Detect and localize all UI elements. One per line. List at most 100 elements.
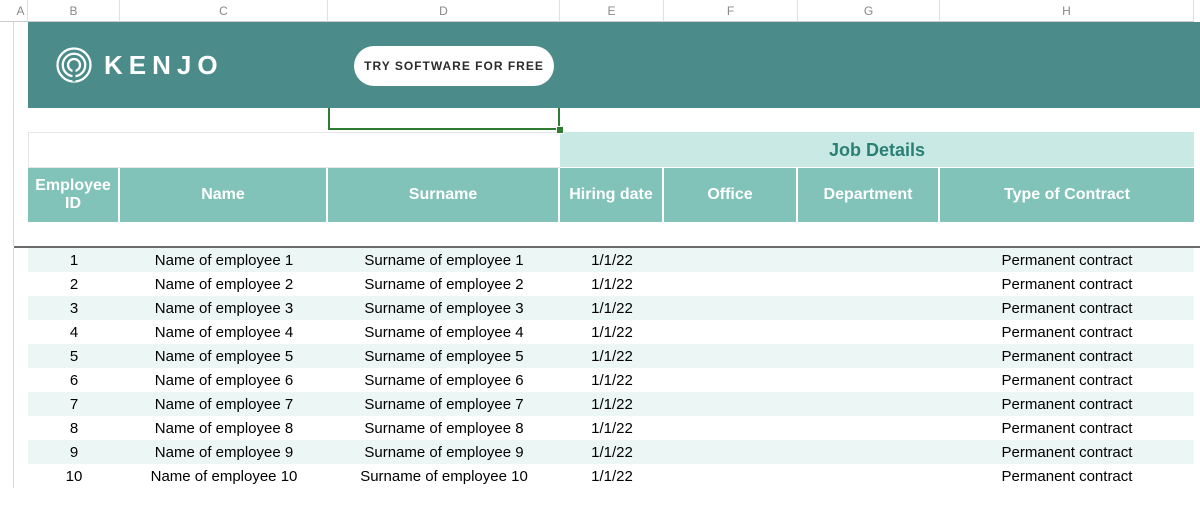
header-hiring-date[interactable]: Hiring date xyxy=(560,168,664,222)
cell-hiring-date[interactable]: 1/1/22 xyxy=(560,392,664,416)
cell-type-of-contract[interactable]: Permanent contract xyxy=(940,440,1194,464)
cell-surname[interactable]: Surname of employee 3 xyxy=(328,296,560,320)
cell-name[interactable]: Name of employee 3 xyxy=(120,296,328,320)
cell-department[interactable] xyxy=(798,464,940,488)
cell-name[interactable]: Name of employee 4 xyxy=(120,320,328,344)
cell-department[interactable] xyxy=(798,368,940,392)
cell-hiring-date[interactable]: 1/1/22 xyxy=(560,344,664,368)
col-header-A[interactable]: A xyxy=(14,0,28,22)
cell-name[interactable]: Name of employee 10 xyxy=(120,464,328,488)
col-header-H[interactable]: H xyxy=(940,0,1194,22)
cell-employee-id[interactable]: 2 xyxy=(28,272,120,296)
cell-office[interactable] xyxy=(664,392,798,416)
cell-surname[interactable]: Surname of employee 4 xyxy=(328,320,560,344)
cell-surname[interactable]: Surname of employee 8 xyxy=(328,416,560,440)
cell-employee-id[interactable]: 9 xyxy=(28,440,120,464)
cell-surname[interactable]: Surname of employee 6 xyxy=(328,368,560,392)
cell-employee-id[interactable]: 7 xyxy=(28,392,120,416)
cell-office[interactable] xyxy=(664,416,798,440)
cell-employee-id[interactable]: 8 xyxy=(28,416,120,440)
header-name[interactable]: Name xyxy=(120,168,328,222)
cell-name[interactable]: Name of employee 2 xyxy=(120,272,328,296)
table-row[interactable]: 4Name of employee 4Surname of employee 4… xyxy=(0,320,1200,344)
cell-name[interactable]: Name of employee 1 xyxy=(120,248,328,272)
cell-employee-id[interactable]: 5 xyxy=(28,344,120,368)
brand-name: KENJO xyxy=(104,50,224,81)
col-header-B[interactable]: B xyxy=(28,0,120,22)
cell-hiring-date[interactable]: 1/1/22 xyxy=(560,248,664,272)
cell-office[interactable] xyxy=(664,320,798,344)
cell-hiring-date[interactable]: 1/1/22 xyxy=(560,416,664,440)
col-header-C[interactable]: C xyxy=(120,0,328,22)
table-row[interactable]: 8Name of employee 8Surname of employee 8… xyxy=(0,416,1200,440)
cell-office[interactable] xyxy=(664,272,798,296)
cell-hiring-date[interactable]: 1/1/22 xyxy=(560,464,664,488)
try-free-button[interactable]: TRY SOFTWARE FOR FREE xyxy=(354,46,554,86)
cell-surname[interactable]: Surname of employee 1 xyxy=(328,248,560,272)
table-row[interactable]: 1Name of employee 1Surname of employee 1… xyxy=(0,248,1200,272)
cell-surname[interactable]: Surname of employee 5 xyxy=(328,344,560,368)
table-row[interactable]: 10Name of employee 10Surname of employee… xyxy=(0,464,1200,488)
cell-employee-id[interactable]: 4 xyxy=(28,320,120,344)
cell-department[interactable] xyxy=(798,440,940,464)
cell-name[interactable]: Name of employee 7 xyxy=(120,392,328,416)
table-row[interactable]: 5Name of employee 5Surname of employee 5… xyxy=(0,344,1200,368)
table-row[interactable]: 2Name of employee 2Surname of employee 2… xyxy=(0,272,1200,296)
table-row[interactable]: 3Name of employee 3Surname of employee 3… xyxy=(0,296,1200,320)
cell-surname[interactable]: Surname of employee 2 xyxy=(328,272,560,296)
header-department[interactable]: Department xyxy=(798,168,940,222)
cell-surname[interactable]: Surname of employee 7 xyxy=(328,392,560,416)
cell-name[interactable]: Name of employee 6 xyxy=(120,368,328,392)
table-row[interactable]: 7Name of employee 7Surname of employee 7… xyxy=(0,392,1200,416)
cell-department[interactable] xyxy=(798,248,940,272)
col-header-E[interactable]: E xyxy=(560,0,664,22)
cell-department[interactable] xyxy=(798,296,940,320)
header-type-of-contract[interactable]: Type of Contract xyxy=(940,168,1194,222)
header-surname[interactable]: Surname xyxy=(328,168,560,222)
cell-type-of-contract[interactable]: Permanent contract xyxy=(940,272,1194,296)
cell-hiring-date[interactable]: 1/1/22 xyxy=(560,272,664,296)
cell-office[interactable] xyxy=(664,248,798,272)
cell-hiring-date[interactable]: 1/1/22 xyxy=(560,368,664,392)
cell-office[interactable] xyxy=(664,296,798,320)
spreadsheet[interactable]: A B C D E F G H xyxy=(0,0,1200,488)
header-employee-id[interactable]: Employee ID xyxy=(28,168,120,222)
cell-type-of-contract[interactable]: Permanent contract xyxy=(940,464,1194,488)
cell-name[interactable]: Name of employee 5 xyxy=(120,344,328,368)
cell-department[interactable] xyxy=(798,392,940,416)
header-office[interactable]: Office xyxy=(664,168,798,222)
cell-type-of-contract[interactable]: Permanent contract xyxy=(940,344,1194,368)
cell-employee-id[interactable]: 6 xyxy=(28,368,120,392)
cell-surname[interactable]: Surname of employee 10 xyxy=(328,464,560,488)
cell-surname[interactable]: Surname of employee 9 xyxy=(328,440,560,464)
cell-hiring-date[interactable]: 1/1/22 xyxy=(560,440,664,464)
cell-type-of-contract[interactable]: Permanent contract xyxy=(940,248,1194,272)
cell-employee-id[interactable]: 10 xyxy=(28,464,120,488)
cell-name[interactable]: Name of employee 9 xyxy=(120,440,328,464)
col-header-F[interactable]: F xyxy=(664,0,798,22)
cell-department[interactable] xyxy=(798,320,940,344)
section-job-details[interactable]: Job Details xyxy=(560,132,1194,168)
cell-employee-id[interactable]: 1 xyxy=(28,248,120,272)
cell-hiring-date[interactable]: 1/1/22 xyxy=(560,296,664,320)
section-left-blank[interactable] xyxy=(28,132,560,168)
cell-department[interactable] xyxy=(798,272,940,296)
cell-type-of-contract[interactable]: Permanent contract xyxy=(940,392,1194,416)
cell-type-of-contract[interactable]: Permanent contract xyxy=(940,368,1194,392)
col-header-D[interactable]: D xyxy=(328,0,560,22)
cell-office[interactable] xyxy=(664,368,798,392)
cell-department[interactable] xyxy=(798,344,940,368)
cell-type-of-contract[interactable]: Permanent contract xyxy=(940,416,1194,440)
table-row[interactable]: 9Name of employee 9Surname of employee 9… xyxy=(0,440,1200,464)
cell-hiring-date[interactable]: 1/1/22 xyxy=(560,320,664,344)
cell-type-of-contract[interactable]: Permanent contract xyxy=(940,296,1194,320)
cell-department[interactable] xyxy=(798,416,940,440)
cell-office[interactable] xyxy=(664,440,798,464)
cell-office[interactable] xyxy=(664,344,798,368)
cell-office[interactable] xyxy=(664,464,798,488)
cell-type-of-contract[interactable]: Permanent contract xyxy=(940,320,1194,344)
table-row[interactable]: 6Name of employee 6Surname of employee 6… xyxy=(0,368,1200,392)
col-header-G[interactable]: G xyxy=(798,0,940,22)
cell-name[interactable]: Name of employee 8 xyxy=(120,416,328,440)
cell-employee-id[interactable]: 3 xyxy=(28,296,120,320)
